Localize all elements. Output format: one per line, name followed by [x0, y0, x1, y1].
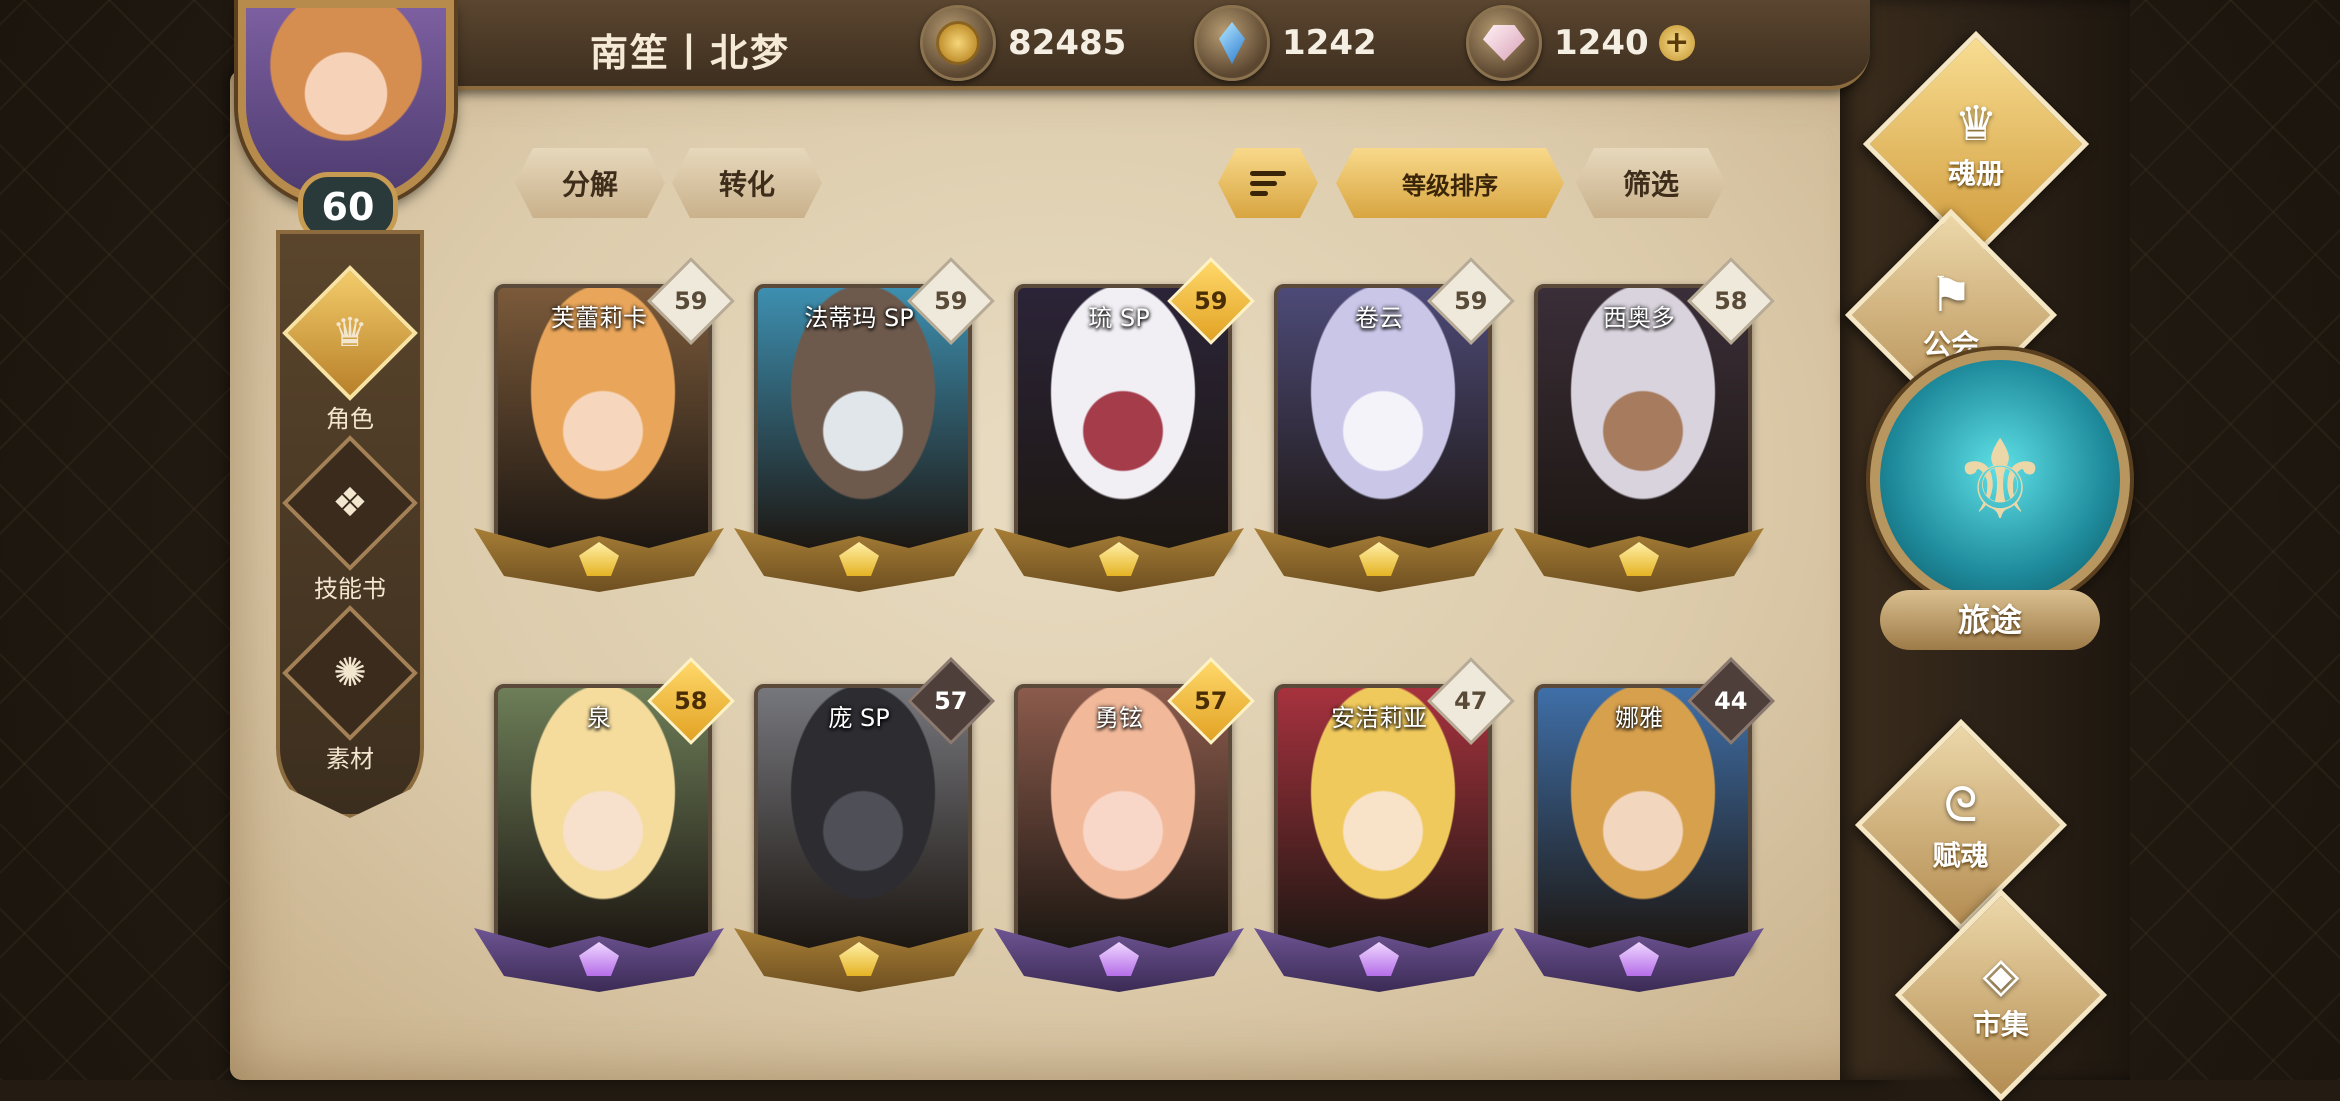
- nav-label-material: 素材: [326, 745, 374, 773]
- hero-level: 44: [1714, 687, 1748, 715]
- hero-level: 59: [1194, 287, 1228, 315]
- hero-card[interactable]: 琉 SP 59: [994, 257, 1255, 592]
- decompose-button[interactable]: 分解: [515, 148, 665, 218]
- sort-order-button[interactable]: [1218, 148, 1318, 218]
- journey-button[interactable]: ⚜ 旅途: [1870, 350, 2130, 680]
- hero-card[interactable]: 安洁莉亚 47: [1254, 657, 1515, 992]
- hero-card[interactable]: 法蒂玛 SP 59: [734, 257, 995, 592]
- market-label: 市集: [1972, 1007, 2030, 1041]
- hero-level: 47: [1454, 687, 1488, 715]
- hero-level: 59: [1454, 287, 1488, 315]
- journey-label: 旅途: [1880, 590, 2100, 650]
- flame-icon: ᘓ: [1944, 776, 1978, 833]
- material-icon: ✺: [282, 605, 418, 741]
- hero-level: 58: [1714, 287, 1748, 315]
- hero-card[interactable]: 芙蕾莉卡 59: [474, 257, 735, 592]
- nav-item-skill-book[interactable]: ❖ 技能书: [276, 435, 424, 604]
- currency-crystal[interactable]: 1242: [1194, 5, 1377, 81]
- hero-card[interactable]: 庞 SP 57: [734, 657, 995, 992]
- endow-soul-label: 赋魂: [1932, 838, 1990, 872]
- hero-level: 59: [934, 287, 968, 315]
- player-avatar-frame[interactable]: 60: [210, 0, 490, 242]
- rank-jewel-icon: [839, 942, 879, 976]
- hero-level: 57: [1194, 687, 1228, 715]
- rank-jewel-icon: [839, 542, 879, 576]
- convert-button[interactable]: 转化: [672, 148, 822, 218]
- guild-flag-icon: ⚑: [1929, 266, 1973, 323]
- rank-jewel-icon: [1099, 542, 1139, 576]
- nav-label-skill-book: 技能书: [314, 575, 386, 603]
- player-name: 南笙丨北梦: [590, 31, 791, 75]
- helmet-icon: ♛: [282, 265, 418, 401]
- soul-book-icon: ♛: [1954, 95, 1998, 152]
- hero-card[interactable]: 勇铉 57: [994, 657, 1255, 992]
- gem-amount: 1240: [1554, 23, 1649, 63]
- gold-coin-icon: [920, 5, 996, 81]
- market-gem-icon: ◈: [1982, 946, 2020, 1003]
- hero-card[interactable]: 卷云 59: [1254, 257, 1515, 592]
- sort-icon: [1250, 166, 1286, 201]
- hero-card[interactable]: 娜雅 44: [1514, 657, 1775, 992]
- currency-gold[interactable]: 82485: [920, 5, 1127, 81]
- blue-crystal-icon: [1194, 5, 1270, 81]
- hero-level: 58: [674, 687, 708, 715]
- hero-level: 57: [934, 687, 968, 715]
- rank-jewel-icon: [1619, 542, 1659, 576]
- hero-card[interactable]: 西奥多 58: [1514, 257, 1775, 592]
- rank-jewel-icon: [579, 542, 619, 576]
- gold-amount: 82485: [1008, 23, 1127, 63]
- hero-card[interactable]: 泉 58: [474, 657, 735, 992]
- rank-jewel-icon: [1099, 942, 1139, 976]
- nav-item-character[interactable]: ♛ 角色: [276, 265, 424, 434]
- journey-emblem-icon: ⚜: [1870, 350, 2130, 610]
- rank-jewel-icon: [579, 942, 619, 976]
- crystal-amount: 1242: [1282, 23, 1377, 63]
- nav-label-character: 角色: [326, 405, 374, 433]
- add-gem-button[interactable]: +: [1658, 25, 1695, 61]
- rank-jewel-icon: [1359, 542, 1399, 576]
- rank-jewel-icon: [1359, 942, 1399, 976]
- rank-jewel-icon: [1619, 942, 1659, 976]
- currency-gem[interactable]: 1240 +: [1466, 5, 1695, 81]
- pink-gem-icon: [1466, 5, 1542, 81]
- hero-level: 59: [674, 287, 708, 315]
- soul-book-label: 魂册: [1947, 156, 2005, 190]
- skill-book-icon: ❖: [282, 435, 418, 571]
- filter-button[interactable]: 筛选: [1576, 148, 1726, 218]
- nav-item-material[interactable]: ✺ 素材: [276, 605, 424, 774]
- sort-by-level-button[interactable]: 等级排序: [1336, 148, 1564, 218]
